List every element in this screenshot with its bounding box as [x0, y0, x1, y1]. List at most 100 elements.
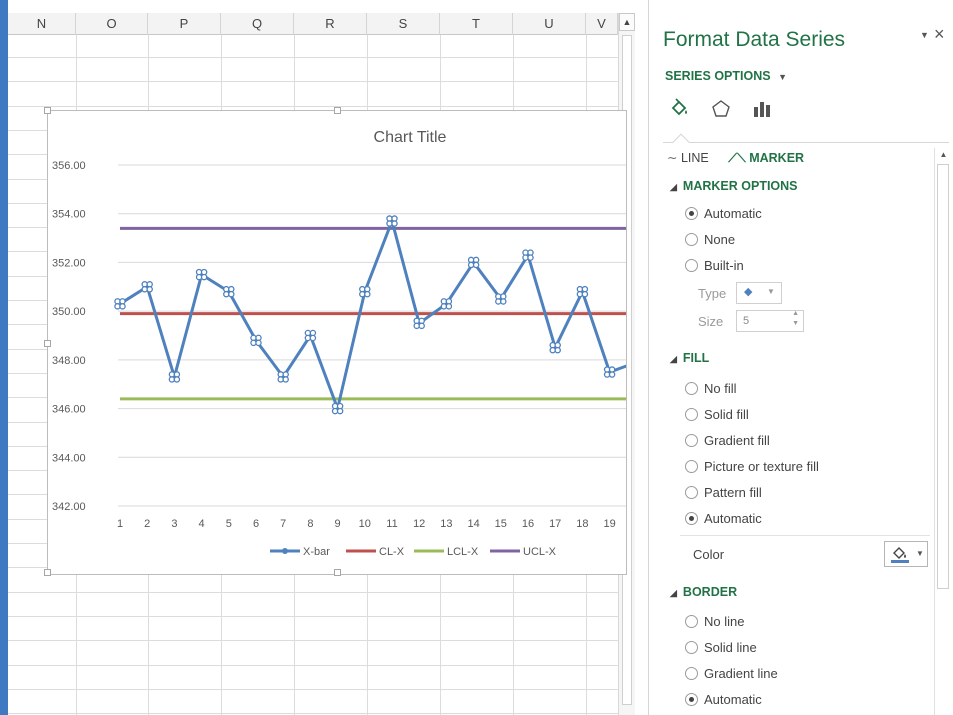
- close-icon[interactable]: ×: [934, 24, 945, 45]
- x-tick-label: 5: [226, 518, 232, 530]
- column-header-r[interactable]: R: [294, 13, 367, 35]
- data-point-marker: [418, 322, 425, 330]
- x-tick-label: 14: [467, 518, 479, 530]
- resize-handle-top-left[interactable]: [44, 107, 51, 114]
- radio-border-automatic[interactable]: [685, 693, 698, 706]
- grid-row-line: [8, 57, 618, 58]
- marker-automatic-option[interactable]: Automatic: [685, 205, 762, 223]
- fill-section[interactable]: ◢ FILL: [670, 351, 709, 365]
- marker-size-spinner[interactable]: 5 ▲ ▼: [736, 310, 804, 332]
- fill-picture-texture-option[interactable]: Picture or texture fill: [685, 458, 819, 476]
- resize-handle-bottom[interactable]: [334, 569, 341, 576]
- series-options-bars-icon[interactable]: [751, 98, 773, 120]
- column-header-v[interactable]: V: [586, 13, 618, 35]
- y-tick-label: 344.00: [52, 452, 86, 464]
- x-tick-label: 9: [335, 518, 341, 530]
- marker-options-section[interactable]: ◢ MARKER OPTIONS: [670, 179, 798, 193]
- column-header-u[interactable]: U: [513, 13, 586, 35]
- radio-gradient-fill[interactable]: [685, 434, 698, 447]
- x-tick-label: 6: [253, 518, 259, 530]
- series-options-dropdown[interactable]: SERIES OPTIONS ▼: [665, 69, 787, 83]
- paint-bucket-icon: [891, 547, 909, 563]
- column-header-s[interactable]: S: [367, 13, 440, 35]
- fill-automatic-option[interactable]: Automatic: [685, 510, 762, 528]
- legend-label: UCL-X: [523, 546, 557, 558]
- data-point-marker: [364, 290, 371, 298]
- radio-none[interactable]: [685, 233, 698, 246]
- column-header-p[interactable]: P: [148, 13, 221, 35]
- column-header-bar: NOPQRSTUV: [8, 13, 618, 35]
- border-no-line-option[interactable]: No line: [685, 613, 744, 631]
- spinner-arrows-icon[interactable]: ▲ ▼: [792, 309, 799, 329]
- border-section[interactable]: ◢ BORDER: [670, 585, 737, 599]
- pane-vertical-scrollbar[interactable]: ▲: [934, 148, 951, 715]
- radio-gradient-line[interactable]: [685, 667, 698, 680]
- collapse-triangle-icon: ◢: [670, 588, 677, 598]
- tab-marker[interactable]: ⟋⟍ MARKER: [728, 151, 804, 166]
- fill-solid-fill-option[interactable]: Solid fill: [685, 406, 749, 424]
- x-tick-label: 3: [171, 518, 177, 530]
- row-header-strip: [0, 0, 8, 715]
- column-header-o[interactable]: O: [76, 13, 148, 35]
- data-point-marker: [200, 273, 208, 281]
- chart-title: Chart Title: [374, 129, 447, 146]
- radio-no-fill[interactable]: [685, 382, 698, 395]
- marker-line-icon: ⟋⟍: [728, 151, 750, 165]
- border-solid-line-option[interactable]: Solid line: [685, 639, 757, 657]
- resize-handle-top[interactable]: [334, 107, 341, 114]
- border-gradient-line-option[interactable]: Gradient line: [685, 665, 778, 683]
- radio-pattern-fill[interactable]: [685, 486, 698, 499]
- collapse-triangle-icon: ◢: [670, 354, 677, 364]
- data-point-marker: [608, 371, 616, 378]
- data-point-marker: [146, 286, 153, 293]
- radio-picture-texture-fill[interactable]: [685, 460, 698, 473]
- resize-handle-left[interactable]: [44, 340, 51, 347]
- radio-solid-line[interactable]: [685, 641, 698, 654]
- fill-gradient-fill-option[interactable]: Gradient fill: [685, 432, 770, 450]
- x-tick-label: 18: [576, 518, 588, 530]
- spreadsheet-area[interactable]: NOPQRSTUV ▲ Chart Title 342.00 344.00 346.0…: [0, 0, 648, 715]
- resize-handle-bottom-left[interactable]: [44, 569, 51, 576]
- x-tick-label: 11: [386, 518, 397, 530]
- legend-label: CL-X: [379, 546, 405, 558]
- control-chart[interactable]: Chart Title 342.00 344.00 346.00 348.00 350.0…: [44, 107, 627, 576]
- column-header-n[interactable]: N: [8, 13, 76, 35]
- column-header-q[interactable]: Q: [221, 13, 294, 35]
- radio-fill-automatic[interactable]: [685, 512, 698, 525]
- pane-scroll-thumb[interactable]: [937, 164, 949, 589]
- marker-none-option[interactable]: None: [685, 231, 735, 249]
- y-tick-label: 356.00: [52, 160, 86, 172]
- data-point-marker: [282, 376, 289, 383]
- x-tick-label: 13: [440, 518, 452, 530]
- y-tick-label: 342.00: [52, 501, 86, 513]
- scroll-up-arrow-icon[interactable]: ▲: [936, 148, 951, 162]
- fill-pattern-fill-option[interactable]: Pattern fill: [685, 484, 762, 502]
- collapse-triangle-icon: ◢: [670, 182, 677, 192]
- marker-built-in-option[interactable]: Built-in: [685, 257, 744, 275]
- scroll-up-arrow-icon[interactable]: ▲: [619, 13, 635, 31]
- fill-no-fill-option[interactable]: No fill: [685, 380, 737, 398]
- series-options-label: SERIES OPTIONS: [665, 69, 771, 83]
- pane-options-dropdown-icon[interactable]: ▼: [920, 30, 929, 40]
- radio-automatic[interactable]: [685, 207, 698, 220]
- y-tick-label: 346.00: [52, 404, 86, 416]
- active-category-pointer: [672, 133, 690, 151]
- radio-solid-fill[interactable]: [685, 408, 698, 421]
- column-header-t[interactable]: T: [440, 13, 513, 35]
- tab-line[interactable]: ∼ LINE: [667, 150, 709, 165]
- marker-type-dropdown[interactable]: ◆ ▼: [736, 282, 782, 304]
- radio-no-line[interactable]: [685, 615, 698, 628]
- grid-row-line: [8, 640, 618, 641]
- border-automatic-option[interactable]: Automatic: [685, 691, 762, 709]
- data-point-marker: [255, 339, 262, 347]
- fill-line-icon[interactable]: [668, 98, 690, 120]
- effects-pentagon-icon[interactable]: [710, 98, 732, 120]
- color-label: Color: [693, 547, 725, 562]
- x-tick-label: 2: [144, 518, 150, 530]
- chart-plot: Chart Title 342.00 344.00 346.00 348.00 350.0…: [52, 129, 626, 558]
- radio-built-in[interactable]: [685, 259, 698, 272]
- chevron-down-icon: ▼: [778, 72, 787, 82]
- y-tick-label: 348.00: [52, 355, 86, 367]
- sub-tabs: ∼ LINE ⟋⟍ MARKER: [667, 150, 820, 166]
- color-picker-button[interactable]: ▼: [884, 541, 928, 567]
